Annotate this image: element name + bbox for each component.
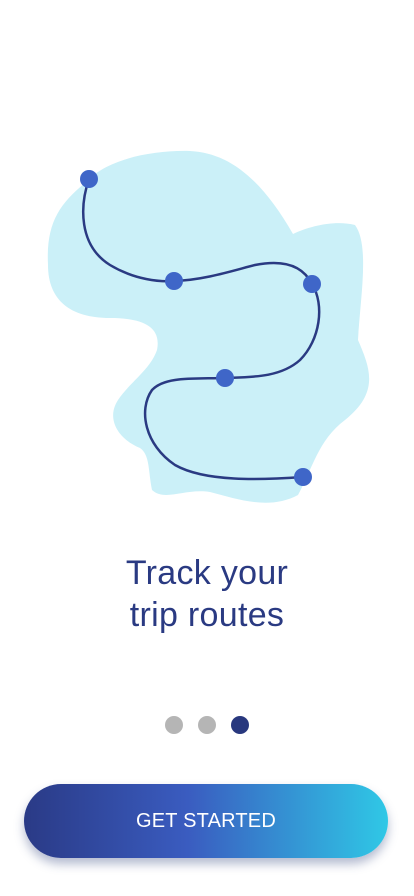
map-blob [47, 150, 370, 503]
route-point [165, 272, 183, 290]
page-indicator [0, 716, 414, 734]
title-line-1: Track your [125, 554, 289, 592]
onboarding-title: Track your trip routes [0, 552, 414, 636]
route-point [216, 369, 234, 387]
route-point [80, 170, 98, 188]
page-dot-3-active[interactable] [231, 716, 249, 734]
route-point [294, 468, 312, 486]
onboarding-screen: Track your trip routes GET STARTED [0, 0, 414, 896]
title-line-2: trip routes [129, 596, 285, 634]
trip-route-map-icon [47, 150, 370, 503]
route-point [303, 275, 321, 293]
page-dot-1[interactable] [165, 716, 183, 734]
page-dot-2[interactable] [198, 716, 216, 734]
get-started-button[interactable]: GET STARTED [24, 784, 388, 858]
